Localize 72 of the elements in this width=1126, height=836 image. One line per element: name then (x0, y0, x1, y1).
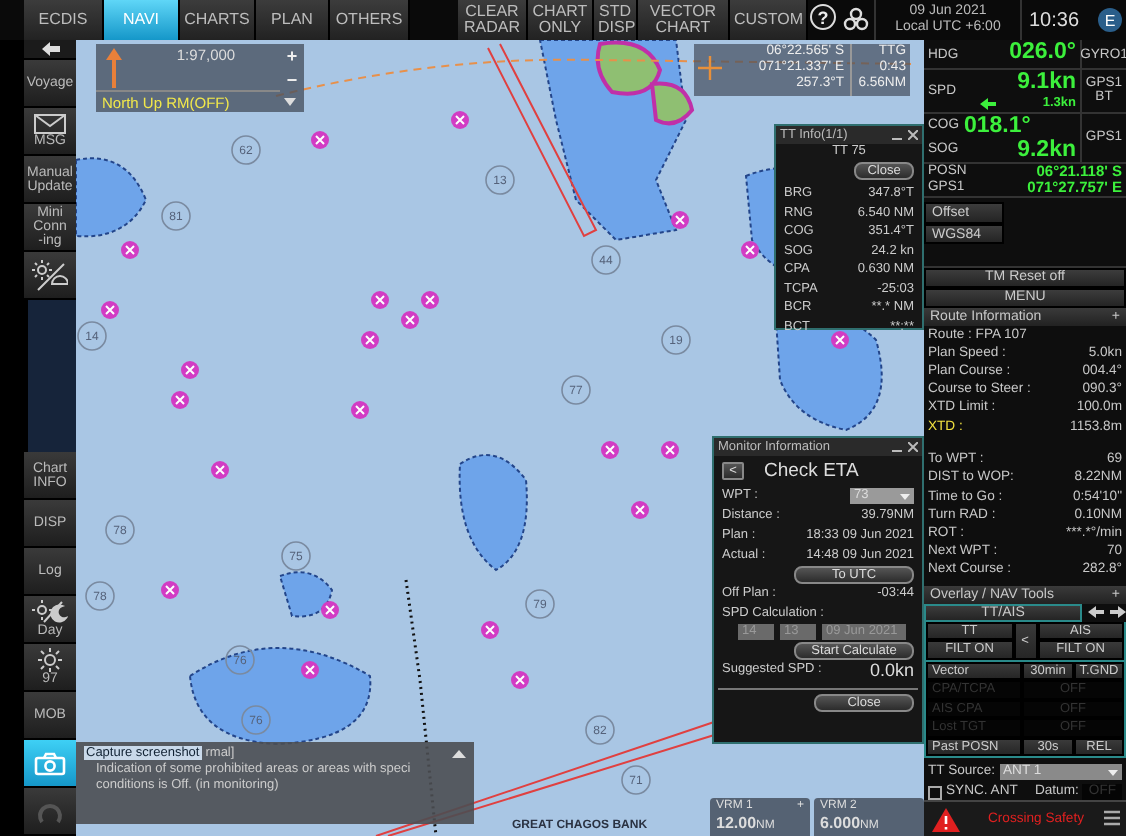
alert-list-icon[interactable] (1104, 809, 1120, 830)
toolbar-button[interactable]: CHART ONLY (528, 0, 594, 40)
sidebar-button[interactable] (24, 252, 76, 300)
restricted-area-marker (121, 241, 139, 259)
right-arrow-icon[interactable] (1110, 606, 1126, 619)
restricted-area-marker (421, 291, 439, 309)
dropdown-arrow-icon[interactable] (1108, 769, 1118, 776)
restricted-area-marker (301, 661, 319, 679)
undo-icon (36, 799, 64, 823)
day-night-icon (32, 259, 68, 291)
collapse-caret-icon[interactable] (452, 750, 466, 758)
restricted-area-marker (171, 391, 189, 409)
mode-tab[interactable]: PLAN (256, 0, 330, 40)
island-drawing (595, 40, 694, 126)
speed-value: 9.1kn (1015, 70, 1078, 96)
restricted-area-marker (831, 331, 849, 349)
restricted-area-marker (481, 621, 499, 639)
crosshair-icon (698, 56, 722, 80)
toolbar-button[interactable]: CLEAR RADAR (458, 0, 528, 40)
dropdown-arrow-icon[interactable] (284, 98, 296, 106)
warning-icon[interactable] (932, 807, 960, 832)
restricted-area-marker (631, 501, 649, 519)
mode-tab[interactable]: OTHERS (330, 0, 410, 40)
restricted-area-marker (371, 291, 389, 309)
back-button[interactable] (24, 40, 76, 60)
brightness-icon (36, 648, 64, 672)
zoom-in-button[interactable]: + (280, 44, 304, 68)
vrm-value: 12.00 (716, 814, 757, 832)
restricted-area-marker (351, 401, 369, 419)
restricted-area-marker (671, 211, 689, 229)
restricted-area-marker (361, 331, 379, 349)
cog-value: 018.1° (964, 113, 1033, 138)
toolbar-button[interactable]: STD DISP (594, 0, 638, 40)
restricted-area-marker (311, 131, 329, 149)
shoal-area (458, 454, 528, 571)
mode-indicator[interactable]: E (1098, 8, 1122, 32)
mode-tab[interactable]: CHARTS (180, 0, 256, 40)
restricted-area-marker (601, 441, 619, 459)
sog-value: 9.2kn (1015, 137, 1078, 162)
settings-icon[interactable] (842, 6, 870, 34)
restricted-area-marker (741, 241, 759, 259)
ship-heading-icon (106, 48, 122, 88)
restricted-area-marker (401, 311, 419, 329)
mode-tab[interactable]: ECDIS (24, 0, 104, 40)
vrm-value: 6.000 (820, 814, 861, 832)
shoal-area (279, 571, 333, 618)
restricted-area-marker (181, 361, 199, 379)
sidebar-button[interactable] (24, 740, 76, 788)
restricted-area-marker (661, 441, 679, 459)
toolbar-button[interactable]: VECTOR CHART (638, 0, 730, 40)
close-icon[interactable] (908, 442, 918, 452)
restricted-area-marker (161, 581, 179, 599)
toolbar-button[interactable]: CUSTOM (730, 0, 808, 40)
restricted-area-marker (451, 111, 469, 129)
restricted-area-marker (511, 671, 529, 689)
shoal-area (76, 157, 147, 238)
left-arrow-icon[interactable] (1088, 606, 1104, 619)
clock-time: 10:36 (1026, 7, 1082, 35)
suggested-speed: 0.0kn (869, 660, 914, 680)
back-arrow-icon (41, 42, 59, 56)
zoom-out-button[interactable]: − (280, 68, 304, 90)
restricted-area-marker (321, 601, 339, 619)
drift-arrow-icon (980, 97, 996, 110)
day-night-icon (32, 600, 68, 624)
envelope-icon (34, 114, 66, 134)
restricted-area-marker (101, 301, 119, 319)
heading-value: 026.0° (1007, 40, 1078, 68)
close-icon[interactable] (908, 130, 918, 140)
restricted-area-marker (211, 461, 229, 479)
check-eta-heading: Check ETA (764, 460, 859, 482)
camera-icon (34, 751, 66, 775)
help-button[interactable]: ? (810, 4, 836, 30)
